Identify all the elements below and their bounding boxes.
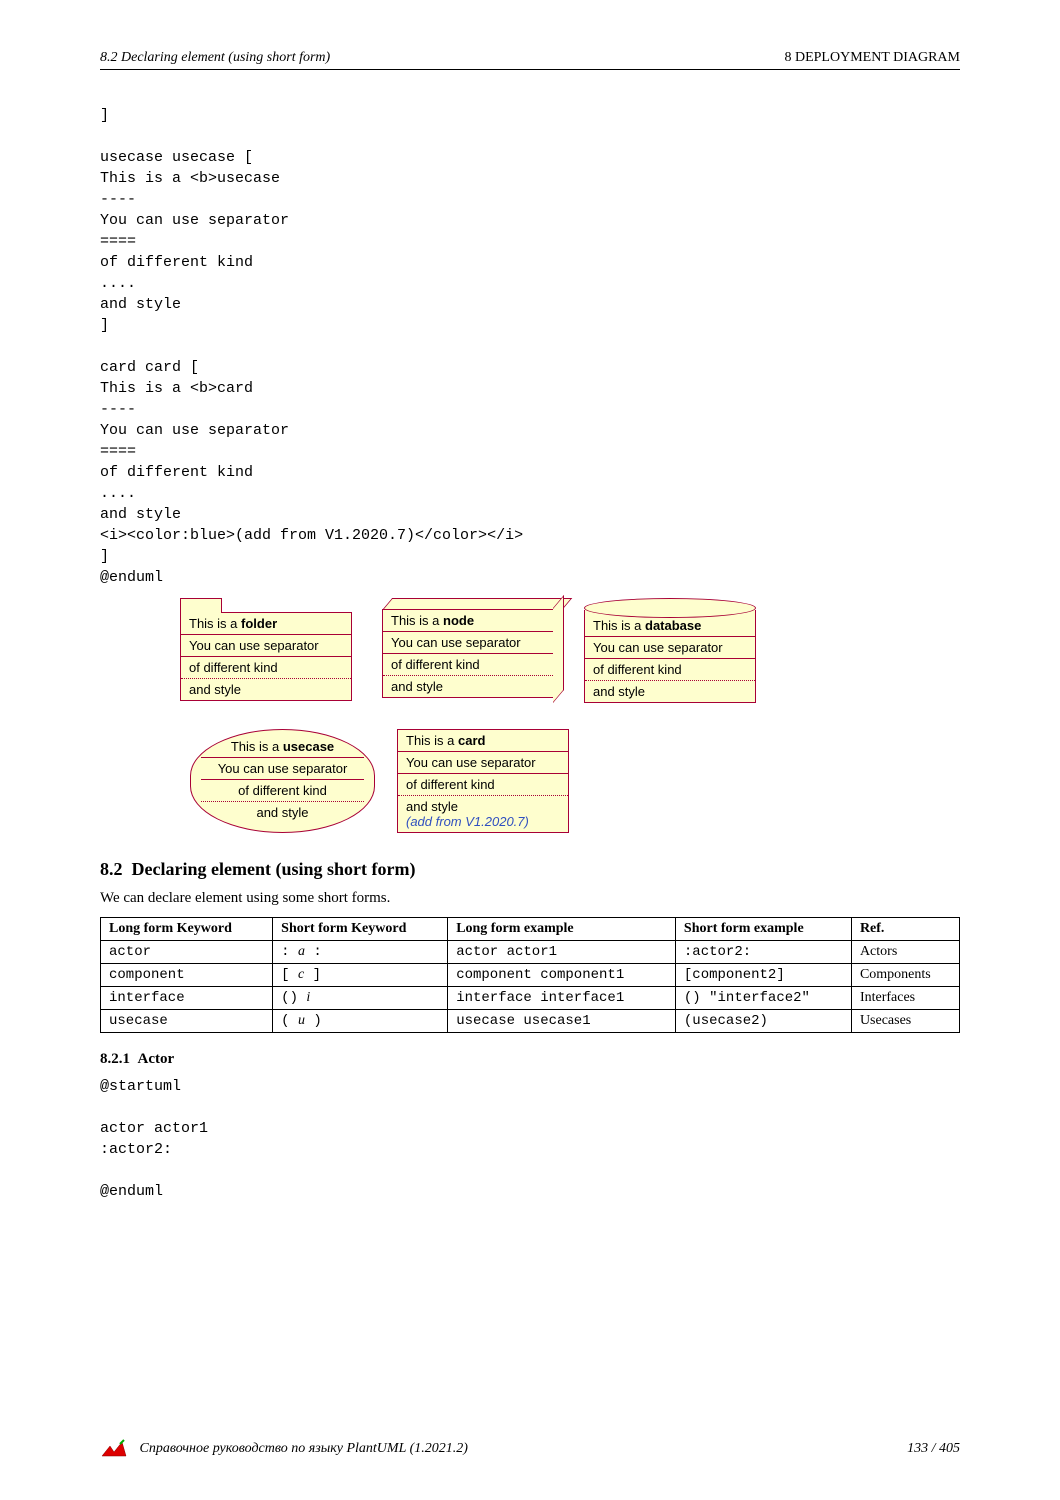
code-block-actor: @startuml actor actor1 :actor2: @enduml: [100, 1076, 960, 1202]
folder-shape: This is a folder You can use separator o…: [180, 598, 352, 703]
table-cell: Interfaces: [851, 987, 959, 1010]
footer-page: 133 / 405: [907, 1441, 960, 1457]
database-shape: This is a database You can use separator…: [584, 598, 756, 703]
table-cell: usecase: [101, 1010, 273, 1033]
folder-tab-icon: [180, 598, 222, 613]
table-cell: () "interface2": [675, 987, 851, 1010]
table-header: Short form example: [675, 918, 851, 941]
diagram-row-2: This is a usecase You can use separator …: [100, 729, 960, 833]
table-cell: (usecase2): [675, 1010, 851, 1033]
diagrams-container: This is a folder You can use separator o…: [100, 598, 960, 833]
table-cell: : a :: [273, 941, 448, 964]
card-add-note: (add from V1.2020.7): [406, 814, 529, 829]
database-top-icon: [584, 598, 756, 618]
page: 8.2 Declaring element (using short form)…: [0, 0, 1060, 1500]
table-cell: component component1: [448, 964, 676, 987]
table-cell: [component2]: [675, 964, 851, 987]
section-heading: 8.2 Declaring element (using short form): [100, 859, 960, 880]
table-cell: ( u ): [273, 1010, 448, 1033]
diagram-row-1: This is a folder You can use separator o…: [100, 598, 960, 703]
table-cell: [ c ]: [273, 964, 448, 987]
table-cell: :actor2:: [675, 941, 851, 964]
table-cell: Usecases: [851, 1010, 959, 1033]
footer-text: Справочное руководство по языку PlantUML…: [140, 1441, 468, 1456]
table-cell: () i: [273, 987, 448, 1010]
table-cell: Actors: [851, 941, 959, 964]
header-right: 8 DEPLOYMENT DIAGRAM: [784, 50, 960, 66]
table-cell: interface interface1: [448, 987, 676, 1010]
plantuml-logo-icon: [100, 1438, 128, 1460]
subsection-heading: 8.2.1 Actor: [100, 1051, 960, 1068]
table-header: Ref.: [851, 918, 959, 941]
usecase-shape: This is a usecase You can use separator …: [190, 729, 375, 833]
table-row: usecase( u )usecase usecase1(usecase2)Us…: [101, 1010, 960, 1033]
code-block-main: ] usecase usecase [ This is a <b>usecase…: [100, 105, 960, 588]
table-header: Long form Keyword: [101, 918, 273, 941]
table-cell: Components: [851, 964, 959, 987]
table-row: interface() iinterface interface1() "int…: [101, 987, 960, 1010]
node-shape: This is a node You can use separator of …: [382, 598, 554, 703]
page-footer: Справочное руководство по языку PlantUML…: [100, 1438, 960, 1460]
short-form-table: Long form KeywordShort form KeywordLong …: [100, 917, 960, 1033]
section-intro: We can declare element using some short …: [100, 890, 960, 907]
table-cell: interface: [101, 987, 273, 1010]
card-shape: This is a card You can use separator of …: [397, 729, 569, 833]
node-side-icon: [553, 595, 564, 703]
table-header: Long form example: [448, 918, 676, 941]
table-cell: actor actor1: [448, 941, 676, 964]
header-left: 8.2 Declaring element (using short form): [100, 50, 330, 66]
page-header: 8.2 Declaring element (using short form)…: [100, 50, 960, 70]
node-top-icon: [383, 598, 572, 609]
table-row: actor: a :actor actor1:actor2:Actors: [101, 941, 960, 964]
table-cell: usecase usecase1: [448, 1010, 676, 1033]
table-row: component[ c ]component component1[compo…: [101, 964, 960, 987]
table-header: Short form Keyword: [273, 918, 448, 941]
table-cell: component: [101, 964, 273, 987]
table-cell: actor: [101, 941, 273, 964]
